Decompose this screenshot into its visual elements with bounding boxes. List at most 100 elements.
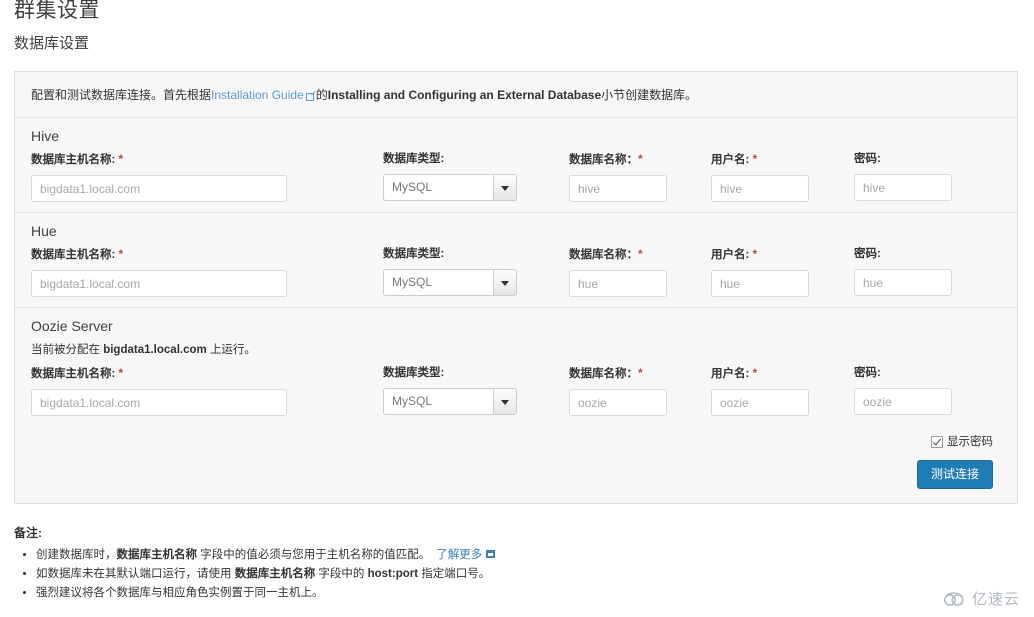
input-password-oozie[interactable]	[854, 388, 952, 415]
field-host-hue: 数据库主机名称: *	[31, 247, 383, 297]
note-item-3: 强烈建议将各个数据库与相应角色实例置于同一主机上。	[36, 584, 1014, 603]
label-username: 用户名: *	[711, 247, 758, 261]
page-title: 群集设置	[14, 0, 100, 22]
required-mark: *	[118, 247, 124, 261]
note-prefix: 当前被分配在	[31, 344, 104, 356]
desc-text-bold: Installing and Configuring an External D…	[327, 88, 602, 102]
input-dbname-hue[interactable]	[569, 270, 667, 297]
field-username-hue: 用户名: *	[711, 247, 854, 297]
installation-guide-link[interactable]: Installation Guide	[211, 88, 304, 102]
show-password-label: 显示密码	[947, 436, 993, 448]
note-item-1: 创建数据库时，数据库主机名称 字段中的值必须与您用于主机名称的值匹配。了解更多	[36, 546, 1014, 565]
service-block-oozie: Oozie Server 当前被分配在 bigdata1.local.com 上…	[15, 307, 1017, 426]
input-username-hue[interactable]	[711, 270, 809, 297]
field-username-hive: 用户名: *	[711, 152, 854, 202]
input-host-hue[interactable]	[31, 270, 287, 297]
service-name-hue: Hue	[31, 223, 57, 239]
field-type-hive: 数据库类型: MySQL	[383, 152, 569, 201]
chevron-down-icon[interactable]	[493, 270, 516, 295]
field-row-oozie: 数据库主机名称: * 数据库类型: MySQL 数据库名称：* 用户名: * 密…	[31, 366, 1001, 416]
label-type: 数据库类型:	[383, 153, 445, 165]
label-username: 用户名: *	[711, 152, 758, 166]
required-mark: *	[752, 152, 758, 166]
desc-text-mid: 的	[315, 88, 328, 102]
label-password: 密码:	[854, 248, 881, 260]
label-password: 密码:	[854, 367, 881, 379]
note-1-bold: 数据库主机名称	[116, 549, 198, 561]
label-dbname: 数据库名称：*	[569, 152, 643, 166]
input-password-hue[interactable]	[854, 269, 952, 296]
required-mark: *	[752, 366, 758, 380]
required-mark: *	[752, 247, 758, 261]
label-host: 数据库主机名称: *	[31, 247, 124, 261]
field-dbname-hue: 数据库名称：*	[569, 247, 711, 297]
note-2-bold: 数据库主机名称	[234, 568, 316, 580]
chevron-down-icon[interactable]	[493, 175, 516, 200]
external-window-icon	[486, 550, 496, 558]
field-host-oozie: 数据库主机名称: *	[31, 366, 383, 416]
input-dbname-hive[interactable]	[569, 175, 667, 202]
input-host-hive[interactable]	[31, 175, 287, 202]
field-password-hive: 密码:	[854, 152, 964, 201]
note-1-pre: 创建数据库时，	[36, 549, 117, 561]
field-dbname-hive: 数据库名称：*	[569, 152, 711, 202]
note-1-post: 字段中的值必须与您用于主机名称的值匹配。	[197, 549, 431, 561]
input-dbname-oozie[interactable]	[569, 389, 667, 416]
show-password-row: 显示密码	[31, 434, 993, 460]
notes-title: 备注:	[14, 526, 42, 540]
cloud-logo-icon	[943, 591, 964, 606]
learn-more-link[interactable]: 了解更多	[436, 549, 482, 561]
service-name-hive: Hive	[31, 128, 60, 144]
input-username-oozie[interactable]	[711, 389, 809, 416]
required-mark: *	[638, 152, 643, 166]
note-item-2: 如数据库未在其默认端口运行，请使用 数据库主机名称 字段中的 host:port…	[36, 565, 1014, 584]
input-host-oozie[interactable]	[31, 389, 287, 416]
notes-list: 创建数据库时，数据库主机名称 字段中的值必须与您用于主机名称的值匹配。了解更多 …	[14, 546, 1014, 603]
label-password: 密码:	[854, 153, 881, 165]
required-mark: *	[638, 366, 643, 380]
service-block-hue: Hue 数据库主机名称: * 数据库类型: MySQL 数据库名称：* 用户名:…	[15, 212, 1017, 307]
select-db-type-hue[interactable]: MySQL	[383, 269, 517, 296]
field-password-oozie: 密码:	[854, 366, 964, 415]
test-connection-button[interactable]: 测试连接	[916, 460, 993, 489]
desc-text-after: 小节创建数据库。	[601, 88, 698, 102]
select-db-type-hive[interactable]: MySQL	[383, 174, 517, 201]
field-dbname-oozie: 数据库名称：*	[569, 366, 711, 416]
field-row-hue: 数据库主机名称: * 数据库类型: MySQL 数据库名称：* 用户名: * 密…	[31, 247, 1001, 297]
note-2-pre: 如数据库未在其默认端口运行，请使用	[36, 568, 235, 580]
required-mark: *	[118, 152, 124, 166]
field-type-oozie: 数据库类型: MySQL	[383, 366, 569, 415]
field-password-hue: 密码:	[854, 247, 964, 296]
watermark-text: 亿速云	[971, 591, 1020, 608]
service-note-oozie: 当前被分配在 bigdata1.local.com 上运行。	[31, 342, 1001, 358]
chevron-down-icon[interactable]	[493, 389, 516, 414]
field-row-hive: 数据库主机名称: * 数据库类型: MySQL 数据库名称：* 用户名: * 密…	[31, 152, 1001, 202]
note-2-post: 字段中的	[315, 568, 368, 580]
field-host-hive: 数据库主机名称: *	[31, 152, 383, 202]
service-block-hive: Hive 数据库主机名称: * 数据库类型: MySQL 数据库名称：* 用户名…	[15, 118, 1017, 212]
required-mark: *	[638, 247, 643, 261]
show-password-checkbox[interactable]: 显示密码	[931, 434, 993, 450]
label-type: 数据库类型:	[383, 367, 445, 379]
note-2-post2: 指定端口号。	[418, 568, 491, 580]
notes-section: 备注: 创建数据库时，数据库主机名称 字段中的值必须与您用于主机名称的值匹配。了…	[14, 525, 1014, 603]
database-settings-panel: 配置和测试数据库连接。首先根据Installation Guide 的Instal…	[14, 71, 1018, 504]
field-type-hue: 数据库类型: MySQL	[383, 247, 569, 296]
external-link-icon	[305, 91, 315, 101]
desc-text-before: 配置和测试数据库连接。首先根据	[31, 88, 212, 102]
service-name-oozie: Oozie Server	[31, 318, 113, 334]
panel-description: 配置和测试数据库连接。首先根据Installation Guide 的Instal…	[15, 72, 1017, 118]
input-password-hive[interactable]	[854, 174, 952, 201]
note-3-pre: 强烈建议将各个数据库与相应角色实例置于同一主机上。	[36, 587, 324, 599]
watermark: 亿速云	[943, 588, 1020, 609]
required-mark: *	[118, 366, 124, 380]
label-dbname: 数据库名称：*	[569, 247, 643, 261]
label-dbname: 数据库名称：*	[569, 366, 643, 380]
input-username-hive[interactable]	[711, 175, 809, 202]
select-db-type-oozie[interactable]: MySQL	[383, 388, 517, 415]
checkbox-icon[interactable]	[931, 436, 943, 448]
label-host: 数据库主机名称: *	[31, 152, 124, 166]
note-suffix: 上运行。	[206, 344, 256, 356]
note-2-bold2: host:port	[367, 568, 419, 580]
field-username-oozie: 用户名: *	[711, 366, 854, 416]
